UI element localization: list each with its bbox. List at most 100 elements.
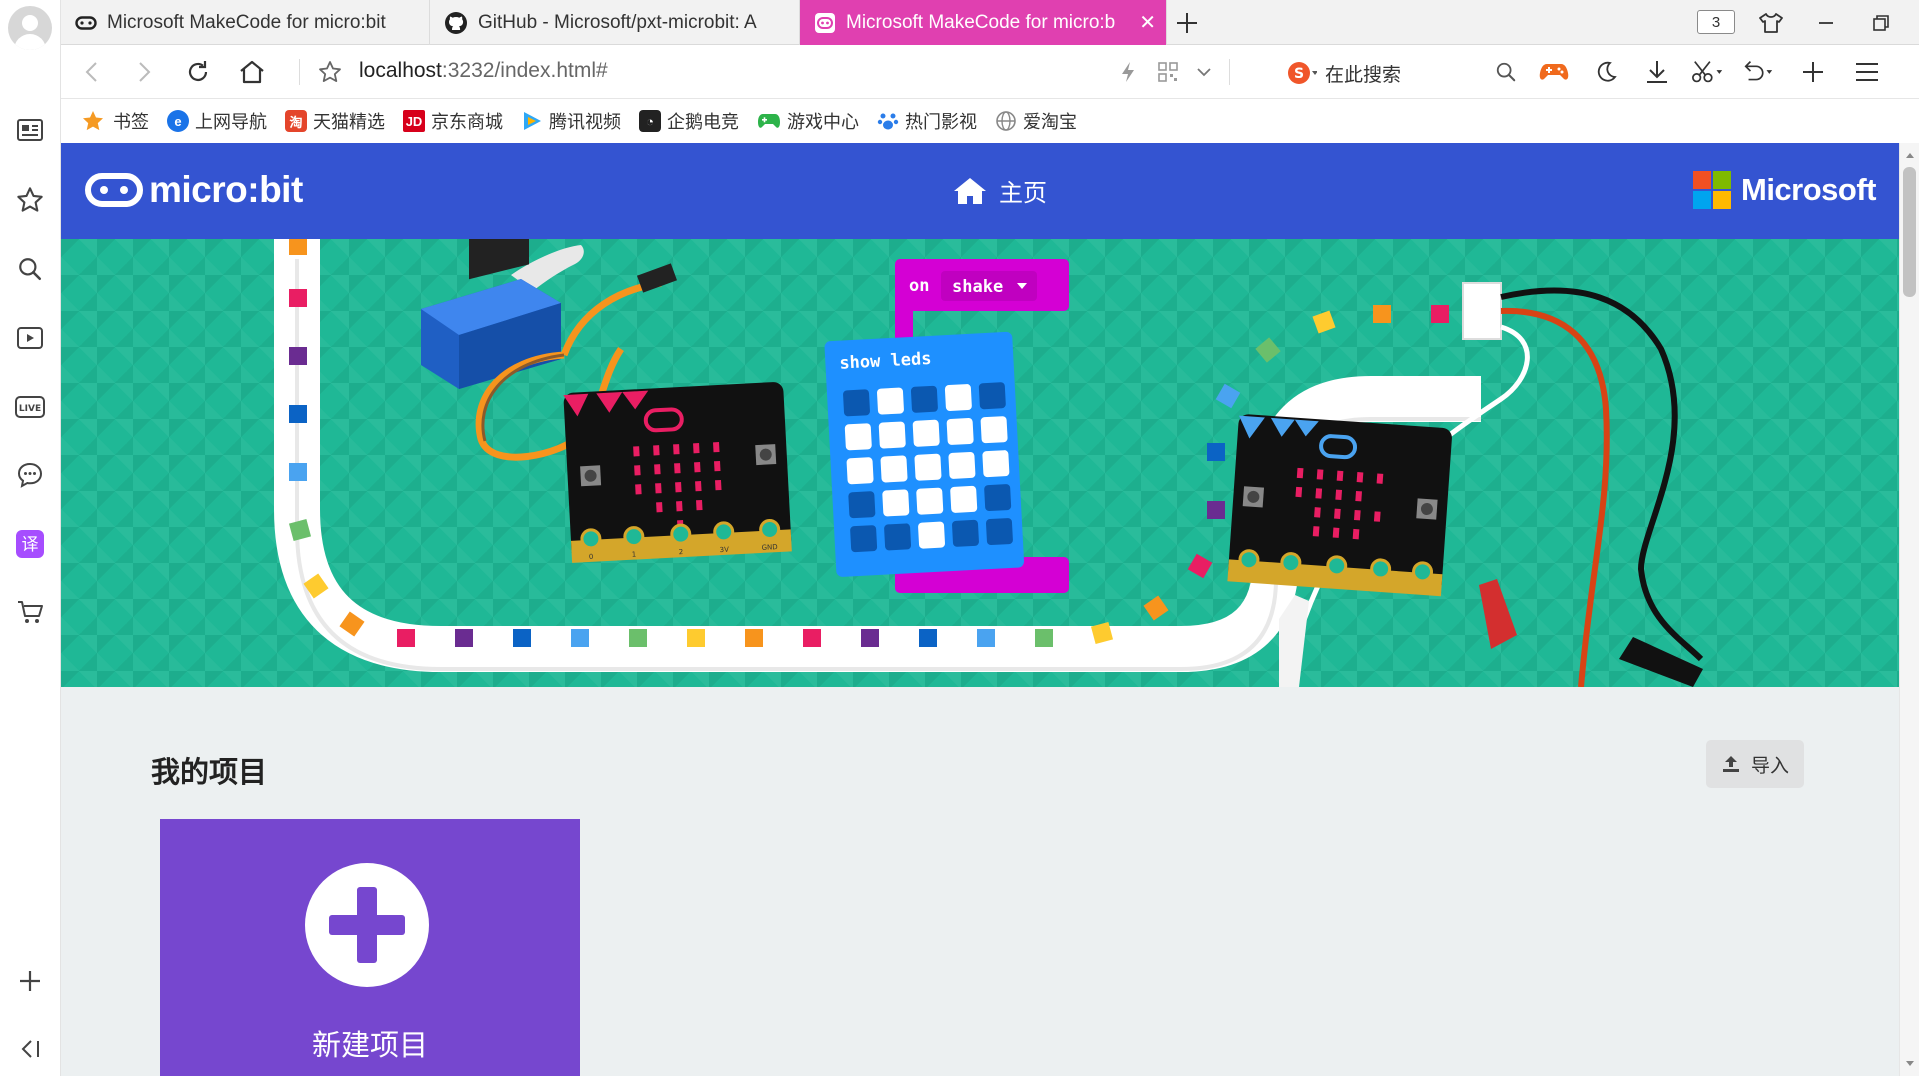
tab-makecode-active[interactable]: Microsoft MakeCode for micro:b ✕ [800, 0, 1167, 45]
home-icon[interactable] [235, 55, 269, 89]
bookmark-item[interactable]: 淘 天猫精选 [285, 108, 385, 134]
bookmark-item[interactable]: 游戏中心 [757, 108, 859, 134]
tab-makecode-1[interactable]: Microsoft MakeCode for micro:bit [61, 0, 430, 45]
game-controller-icon[interactable] [1537, 55, 1571, 89]
microbit-logo[interactable]: micro:bit [85, 169, 303, 211]
scroll-up-icon[interactable] [1900, 147, 1919, 163]
chevron-down-icon[interactable] [1187, 55, 1221, 89]
favorites-star-icon[interactable] [13, 183, 47, 217]
gamepad-icon [758, 114, 780, 128]
bookmark-label: 热门影视 [905, 112, 977, 132]
bookmark-item[interactable]: 爱淘宝 [995, 108, 1077, 134]
back-icon[interactable] [75, 55, 109, 89]
shake-label: shake [952, 277, 1003, 297]
night-mode-moon-icon[interactable] [1589, 55, 1623, 89]
makecode-favicon-icon [815, 12, 835, 33]
bookmark-label: 爱淘宝 [1023, 112, 1077, 132]
url-path: :3232/index.html# [441, 59, 608, 82]
bookmark-label: 游戏中心 [787, 112, 859, 132]
search-icon[interactable] [13, 252, 47, 286]
menu-icon[interactable] [1850, 55, 1884, 89]
close-tab-icon[interactable]: ✕ [1139, 10, 1156, 35]
add-icon[interactable] [13, 964, 47, 998]
upload-icon [1722, 756, 1739, 772]
red-clip [1479, 579, 1517, 649]
tmall-icon: 淘 [285, 110, 307, 132]
github-icon [445, 11, 467, 34]
bookmark-item[interactable]: 热门影视 [877, 108, 977, 134]
undo-icon[interactable] [1741, 55, 1775, 89]
import-label: 导入 [1750, 755, 1789, 777]
black-clip [1619, 637, 1703, 687]
address-bar: localhost:3232/index.html# S 在此搜索 [61, 45, 1919, 99]
pin-label: 0 [589, 553, 594, 561]
restore-icon[interactable] [1864, 6, 1898, 40]
led-grid [843, 382, 1013, 553]
home-icon [954, 177, 986, 204]
bookmark-label: 上网导航 [195, 112, 267, 132]
sogou-search-icon: S [1288, 62, 1317, 84]
search-go-icon[interactable] [1489, 55, 1523, 89]
plus-circle-icon [305, 863, 429, 987]
logo-text: micro:bit [149, 169, 303, 210]
bookmark-item[interactable]: JD 京东商城 [403, 108, 503, 134]
screenshot-scissors-icon[interactable] [1691, 55, 1725, 89]
on-label: on [909, 276, 929, 296]
minimize-icon[interactable] [1809, 6, 1843, 40]
hero-illustration: 0 1 2 3V GND on shake show leds [274, 239, 1704, 687]
skin-icon[interactable] [1754, 6, 1788, 40]
download-icon[interactable] [1640, 55, 1674, 89]
bookmark-label: 京东商城 [431, 112, 503, 132]
bookmark-item[interactable]: ◔ 企鹅电竞 [639, 108, 739, 134]
divider [299, 59, 300, 85]
hero-banner: 0 1 2 3V GND on shake show leds [61, 239, 1899, 687]
home-link[interactable]: 主页 [953, 173, 1047, 208]
new-tab-icon[interactable] [1170, 6, 1204, 40]
shopping-cart-icon[interactable] [13, 595, 47, 629]
live-icon[interactable]: LIVE [13, 390, 47, 424]
bookmark-label: 企鹅电竞 [667, 112, 739, 132]
bookmark-item[interactable]: 腾讯视频 [521, 108, 621, 134]
refresh-icon[interactable] [181, 55, 215, 89]
ie-icon: e [167, 110, 189, 132]
makecode-header: micro:bit 主页 Microsoft [61, 143, 1899, 239]
chat-icon[interactable] [13, 458, 47, 492]
scrollbar-thumb[interactable] [1903, 167, 1916, 297]
bookmarks-bar: 书签 e 上网导航 淘 天猫精选 JD 京东商城 腾讯视频 ◔ 企鹅电竞 游戏中… [61, 99, 1919, 143]
url-host: localhost [359, 59, 442, 82]
penguin-icon: ◔ [639, 110, 661, 132]
bookmark-item[interactable]: e 上网导航 [167, 108, 267, 134]
user-avatar[interactable] [8, 6, 52, 50]
tab-github[interactable]: GitHub - Microsoft/pxt-microbit: A [430, 0, 800, 45]
news-icon[interactable] [13, 113, 47, 147]
microsoft-logo[interactable]: Microsoft [1693, 171, 1877, 209]
scroll-down-icon[interactable] [1900, 1056, 1919, 1072]
microbit-board-right [1227, 414, 1452, 597]
bookmark-label: 书签 [113, 112, 149, 132]
star-icon [83, 111, 103, 131]
lightning-icon[interactable] [1111, 55, 1145, 89]
bookmark-star-icon[interactable] [313, 55, 347, 89]
page-scrollbar[interactable] [1899, 143, 1919, 1076]
globe-icon [996, 111, 1016, 131]
import-button[interactable]: 导入 [1706, 740, 1804, 788]
new-project-label: 新建项目 [311, 1030, 428, 1062]
bookmark-item-favorites[interactable]: 书签 [81, 108, 149, 134]
video-icon[interactable] [13, 321, 47, 355]
add-icon[interactable] [1796, 55, 1830, 89]
browser-sidebar: LIVE 译 [0, 0, 61, 1076]
microsoft-label: Microsoft [1741, 172, 1877, 207]
microbit-logo-icon [85, 173, 143, 207]
translate-icon[interactable]: 译 [13, 527, 47, 561]
url-field[interactable]: localhost:3232/index.html# [359, 59, 608, 83]
page-viewport: micro:bit 主页 Microsoft 0 1 2 3V GND on s… [61, 143, 1899, 1076]
tab-title: GitHub - Microsoft/pxt-microbit: A [478, 11, 757, 33]
tab-count-badge[interactable]: 3 [1697, 10, 1735, 34]
tab-bar: Microsoft MakeCode for micro:bit GitHub … [61, 0, 1919, 45]
tab-title: Microsoft MakeCode for micro:bit [107, 11, 386, 33]
collapse-sidebar-icon[interactable] [13, 1032, 47, 1066]
microbit-board-left: 0 1 2 3V GND [563, 382, 792, 563]
qr-code-icon[interactable] [1151, 55, 1185, 89]
forward-icon[interactable] [127, 55, 161, 89]
new-project-card[interactable]: 新建项目 [160, 819, 580, 1076]
